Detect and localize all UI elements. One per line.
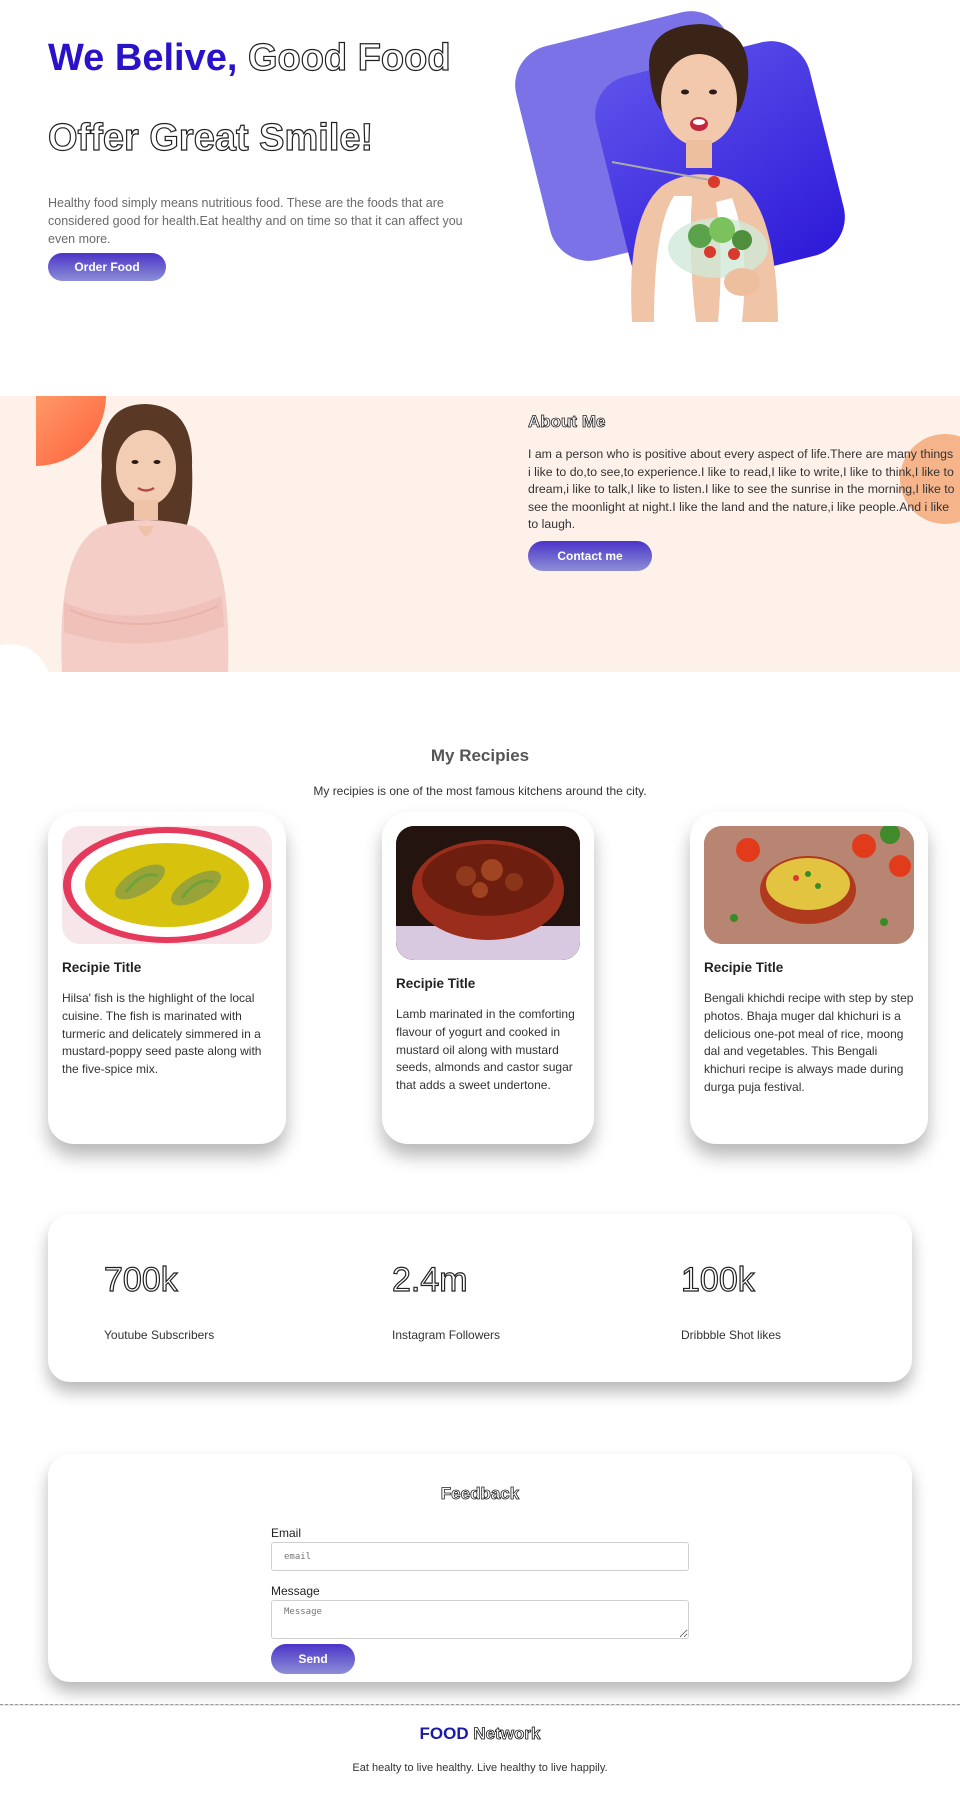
stat-value: 2.4m [391,1260,468,1299]
woman-portrait-image [61,404,229,672]
about-description: I am a person who is positive about ever… [528,447,955,532]
stat-label: Youtube Subscribers [104,1328,215,1342]
hero-description: Healthy food simply means nutritious foo… [48,196,463,246]
stat-dribbble: 100k Dribbble Shot likes [680,1260,782,1342]
about-section: About Me I am a person who is positive a… [0,396,960,672]
woman-with-salad-image [611,24,778,322]
hero-section: We Belive, Good Food Offer Great Smile! … [0,0,960,330]
hero-subtitle: Offer Great Smile! [47,116,374,159]
hero-title-rest: Good Food [237,36,451,79]
footer-brand-primary: FOOD [419,1724,469,1743]
hero-illustration [506,2,880,322]
email-field[interactable] [271,1542,689,1571]
recipe-description: Bengali khichdi recipe with step by step… [704,991,914,1094]
message-label: Message [271,1584,320,1598]
recipes-title: My Recipies [430,746,530,765]
about-title: About Me [528,412,606,432]
hero-title: We Belive, Good Food [48,36,451,80]
recipe-card[interactable]: Recipie Title Bengali khichdi recipe wit… [690,812,928,1144]
recipes-subtitle: My recipies is one of the most famous ki… [313,784,647,798]
recipe-image-lamb-curry [396,826,580,960]
stat-value: 100k [680,1260,755,1299]
stat-value: 700k [103,1260,178,1299]
recipe-description: Hilsa' fish is the highlight of the loca… [62,991,262,1077]
recipe-image-khichdi [704,826,914,944]
order-food-button[interactable]: Order Food [48,253,166,281]
stat-label: Dribbble Shot likes [681,1328,782,1342]
recipe-description: Lamb marinated in the comforting flavour… [396,1007,575,1093]
recipe-card[interactable]: Recipie Title Lamb marinated in the comf… [382,812,594,1144]
hero-title-accent: We Belive, [48,37,238,79]
stats-panel: 700k Youtube Subscribers 2.4m Instagram … [48,1214,912,1382]
feedback-form: Feedback Email Message Send [48,1454,912,1682]
footer-tagline: Eat healty to live healthy. Live healthy… [352,1762,608,1774]
recipe-image-fish-curry [62,826,272,944]
footer-divider [0,1704,960,1706]
stat-label: Instagram Followers [392,1328,501,1342]
footer-brand-secondary: Network [468,1724,541,1744]
recipe-title: Recipie Title [396,976,476,991]
email-label: Email [271,1526,302,1540]
contact-me-button[interactable]: Contact me [528,541,652,571]
recipe-title: Recipie Title [704,960,784,975]
stat-youtube: 700k Youtube Subscribers [103,1260,215,1342]
stat-instagram: 2.4m Instagram Followers [391,1260,501,1342]
recipe-title: Recipie Title [62,960,142,975]
send-button[interactable]: Send [271,1644,355,1674]
message-field[interactable] [271,1600,689,1639]
footer-brand: FOOD Network [0,1724,960,1744]
feedback-title: Feedback [440,1484,520,1504]
recipe-card[interactable]: Recipie Title Hilsa' fish is the highlig… [48,812,286,1144]
